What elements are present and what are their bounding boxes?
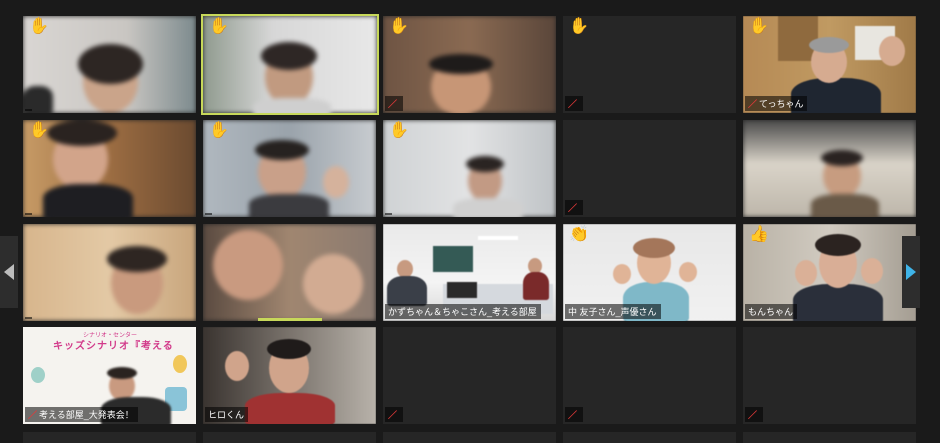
next-row-strip	[23, 432, 196, 443]
participant-tile-16[interactable]: シナリオ・センター キッズシナリオ『考える ／考える部屋_大発表会！	[23, 327, 196, 424]
participant-name-bar: もんちゃん	[745, 304, 798, 319]
mic-muted-icon: ／	[388, 410, 398, 420]
mic-muted-icon: ／	[388, 99, 398, 109]
video-feed	[203, 224, 376, 321]
participant-tile-4[interactable]: ✋ ／	[563, 16, 736, 113]
participant-name-bar	[25, 213, 32, 215]
participant-name-bar: ／	[385, 407, 404, 422]
next-row-strip	[383, 432, 556, 443]
poster-title: キッズシナリオ『考える	[53, 341, 174, 352]
participant-tile-18[interactable]: ／	[383, 327, 556, 424]
raised-hand-icon: ✋	[29, 122, 49, 139]
participant-tile-11[interactable]	[23, 224, 196, 321]
participant-name-bar: ／	[385, 96, 404, 111]
mic-muted-icon: ／	[748, 410, 758, 420]
participant-name-bar: ／	[565, 200, 584, 215]
participant-name-bar: 中 友子さん_声優さん	[565, 304, 661, 319]
raised-hand-icon: ✋	[209, 122, 229, 139]
participant-name-bar: ／	[565, 407, 584, 422]
participant-tile-7[interactable]: ✋	[203, 120, 376, 217]
raised-hand-icon: ✋	[389, 122, 409, 139]
participant-tile-13[interactable]: かずちゃん＆ちゃこさん_考える部屋	[383, 224, 556, 321]
mic-muted-icon: ／	[28, 410, 38, 420]
raised-hand-icon: ✋	[389, 18, 409, 35]
participant-name-bar: ／考える部屋_大発表会！	[25, 407, 138, 422]
next-row-strip	[743, 432, 916, 443]
chevron-right-icon	[906, 264, 916, 280]
next-row-strip	[203, 432, 376, 443]
participant-name-bar	[25, 109, 32, 111]
participant-name-bar	[385, 213, 392, 215]
participant-tile-12[interactable]	[203, 224, 376, 321]
mic-muted-icon: ／	[568, 203, 578, 213]
raised-hand-icon: ✋	[29, 18, 49, 35]
participant-tile-15[interactable]: 👍 もんちゃん	[743, 224, 916, 321]
participant-tile-5[interactable]: ✋ ／てっちゃん	[743, 16, 916, 113]
participant-name-bar: かずちゃん＆ちゃこさん_考える部屋	[385, 304, 541, 319]
participant-tile-2[interactable]: ✋	[201, 14, 379, 115]
audio-level-indicator	[258, 318, 322, 321]
participant-name-bar: ヒロくん	[205, 407, 249, 422]
participant-tile-3[interactable]: ✋ ／	[383, 16, 556, 113]
video-feed	[23, 224, 196, 321]
thumbs-up-reaction-icon: 👍	[749, 226, 769, 243]
participant-tile-9[interactable]: ／	[563, 120, 736, 217]
next-page-button[interactable]	[902, 236, 920, 308]
participant-tile-17[interactable]: ヒロくん	[203, 327, 376, 424]
video-feed	[203, 16, 377, 113]
participant-name-bar: ／	[745, 407, 764, 422]
participant-tile-14[interactable]: 👏 中 友子さん_声優さん	[563, 224, 736, 321]
participant-tile-20[interactable]: ／	[743, 327, 916, 424]
next-row-strip	[563, 432, 736, 443]
video-feed	[743, 120, 916, 217]
participant-tile-1[interactable]: ✋	[23, 16, 196, 113]
previous-page-button[interactable]	[0, 236, 18, 308]
participant-tile-6[interactable]: ✋	[23, 120, 196, 217]
raised-hand-icon: ✋	[209, 18, 229, 35]
mic-muted-icon: ／	[568, 410, 578, 420]
raised-hand-icon: ✋	[569, 18, 589, 35]
participant-name-bar: ／てっちゃん	[745, 96, 808, 111]
participant-tile-8[interactable]: ✋	[383, 120, 556, 217]
participant-name-bar: ／	[565, 96, 584, 111]
participant-name-bar	[25, 317, 32, 319]
mic-muted-icon: ／	[568, 99, 578, 109]
participant-tile-10[interactable]	[743, 120, 916, 217]
clap-reaction-icon: 👏	[569, 226, 589, 243]
participant-name-bar	[205, 213, 212, 215]
participant-tile-19[interactable]: ／	[563, 327, 736, 424]
chevron-left-icon	[4, 264, 14, 280]
raised-hand-icon: ✋	[749, 18, 769, 35]
mic-muted-icon: ／	[748, 99, 758, 109]
